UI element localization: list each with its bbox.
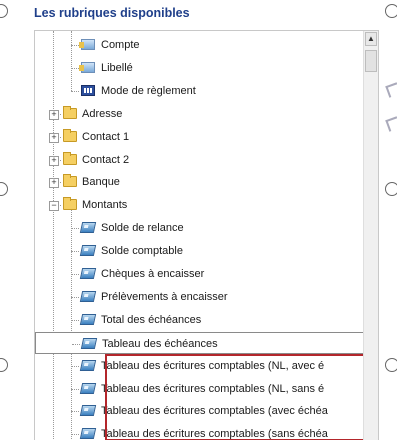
calc-icon (79, 382, 97, 394)
field-icon (79, 39, 95, 50)
calc-icon (79, 313, 97, 325)
tree-connector-line (71, 90, 79, 92)
tree-connector-line (71, 45, 79, 46)
tree-connector-line (71, 251, 79, 253)
tree-item-label: Tableau des écritures comptables (avec é… (101, 405, 328, 418)
calc-icon (79, 405, 97, 417)
tree-item-label: Total des échéances (101, 313, 202, 326)
tree-item-label: Tableau des écritures comptables (NL, av… (101, 359, 325, 372)
tree-item-label: Prélèvements à encaisser (101, 290, 228, 303)
tree-item[interactable]: Tableau des écritures comptables (sans é… (35, 423, 365, 440)
tree-item-label: Contact 2 (82, 153, 130, 166)
folder-icon (63, 128, 77, 142)
scroll-thumb[interactable] (365, 50, 377, 72)
tree-item[interactable]: + Banque (35, 171, 365, 193)
calc-icon (79, 428, 97, 440)
tree-connector-line (71, 434, 79, 436)
tree-item[interactable]: Tableau des écritures comptables (NL, sa… (35, 378, 365, 400)
tree-item[interactable]: Tableau des écritures comptables (NL, av… (35, 355, 365, 377)
tree-item[interactable]: Solde comptable (35, 240, 365, 262)
tree-item[interactable]: Compte (35, 34, 365, 56)
folder-icon (63, 197, 77, 211)
tree-item[interactable]: + Contact 1 (35, 126, 365, 148)
tree-item[interactable]: + Contact 2 (35, 149, 365, 171)
tree-item-label: Solde comptable (101, 245, 183, 258)
arrow-decor-icon (385, 82, 397, 98)
circle-marker-icon (0, 358, 8, 372)
tree-item-label: Chèques à encaisser (101, 268, 205, 280)
tree-connector-line (71, 274, 79, 275)
tree-item[interactable]: Prélèvements à encaisser (35, 286, 365, 308)
tree-item-label: Compte (101, 39, 140, 51)
calc-icon (80, 337, 98, 349)
collapse-icon[interactable]: − (49, 201, 59, 212)
circle-marker-icon (0, 4, 8, 18)
expand-icon[interactable]: + (49, 178, 59, 189)
tree-item-label: Montants (82, 199, 128, 212)
tree-item-label: Libellé (101, 61, 133, 74)
circle-marker-icon (385, 358, 397, 372)
tree-connector-line (71, 296, 79, 298)
calc-icon (79, 290, 97, 302)
circle-marker-icon (0, 182, 8, 196)
tree-item[interactable]: + Adresse (35, 103, 365, 125)
calc-icon (79, 359, 97, 371)
arrow-decor-icon (385, 116, 397, 132)
tree-item-label: Tableau des échéances (102, 337, 218, 350)
tree-item-label: Tableau des écritures comptables (NL, sa… (101, 382, 325, 395)
table-icon (81, 84, 95, 96)
tree-item-label: Contact 1 (82, 130, 130, 143)
expand-icon[interactable]: + (49, 132, 59, 143)
tree-item-label: Adresse (82, 107, 123, 120)
calc-icon (79, 268, 97, 279)
tree-connector-line (71, 365, 79, 367)
folder-icon (63, 174, 77, 188)
tree-connector-line (71, 228, 79, 230)
circle-marker-icon (385, 4, 397, 18)
tree-item-label: Mode de règlement (101, 84, 196, 97)
tree-item[interactable]: Libellé (35, 57, 365, 79)
tree-connector-line (71, 67, 79, 69)
tree-item[interactable]: Chèques à encaisser (35, 263, 365, 285)
tree-item[interactable]: Tableau des écritures comptables (avec é… (35, 400, 365, 422)
circle-marker-icon (385, 182, 397, 196)
folder-icon (63, 105, 77, 119)
tree-item-label: Tableau des écritures comptables (sans é… (101, 428, 328, 440)
tree-connector-line (72, 343, 80, 345)
tree-item[interactable]: Tableau des échéances (35, 331, 365, 354)
tree-item[interactable]: Total des échéances (35, 309, 365, 331)
tree-item-label: Solde de relance (101, 222, 184, 235)
expand-icon[interactable]: + (49, 155, 59, 166)
tree-item-label: Banque (82, 176, 120, 189)
scroll-up-button[interactable]: ▲ (365, 32, 377, 46)
available-fields-tree[interactable]: Compte Libellé Mode de règlement + Adresse + C… (34, 30, 379, 440)
tree-item[interactable]: − Montants (35, 194, 365, 216)
vertical-scrollbar[interactable]: ▲ (363, 31, 378, 440)
folder-icon (63, 151, 77, 165)
tree-item[interactable]: Mode de règlement (35, 80, 365, 102)
tree-item[interactable]: Solde de relance (35, 217, 365, 239)
tree-connector-line (71, 319, 79, 321)
calc-icon (79, 222, 97, 234)
tree-connector-line (71, 411, 79, 413)
tree-connector-line (71, 388, 79, 390)
right-strip (381, 0, 397, 440)
panel-title: Les rubriques disponibles (34, 6, 190, 20)
left-gutter (0, 0, 30, 440)
field-icon (79, 61, 95, 73)
calc-icon (79, 245, 97, 257)
expand-icon[interactable]: + (49, 109, 59, 120)
